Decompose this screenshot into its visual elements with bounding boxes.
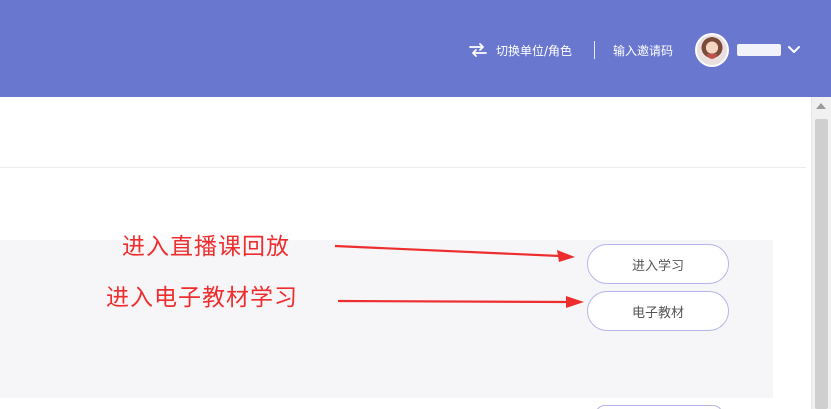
swap-icon <box>469 43 487 57</box>
switch-role-button[interactable]: 切换单位/角色 <box>468 42 572 59</box>
vertical-scrollbar[interactable] <box>811 97 831 409</box>
scroll-thumb[interactable] <box>815 119 828 409</box>
ebook-button[interactable]: 电子教材 <box>587 291 729 331</box>
page: 切换单位/角色 输入邀请码 进入学习 电子教材 进入直播课回放 进入电子教材学习 <box>0 0 831 409</box>
next-card-button[interactable] <box>595 405 723 409</box>
ebook-annotation: 进入电子教材学习 <box>106 285 298 311</box>
header-divider <box>593 41 595 59</box>
section-divider <box>0 167 806 168</box>
replay-annotation: 进入直播课回放 <box>122 234 290 260</box>
header-actions: 切换单位/角色 输入邀请码 <box>468 32 801 68</box>
avatar[interactable] <box>695 33 729 67</box>
enter-study-button[interactable]: 进入学习 <box>587 244 729 284</box>
invite-code-link[interactable]: 输入邀请码 <box>613 42 673 59</box>
chevron-down-icon[interactable] <box>787 44 801 56</box>
username-redacted <box>737 44 781 56</box>
switch-role-label: 切换单位/角色 <box>495 43 572 58</box>
scroll-up-arrow-icon[interactable] <box>816 103 826 109</box>
top-header: 切换单位/角色 输入邀请码 <box>0 0 831 97</box>
